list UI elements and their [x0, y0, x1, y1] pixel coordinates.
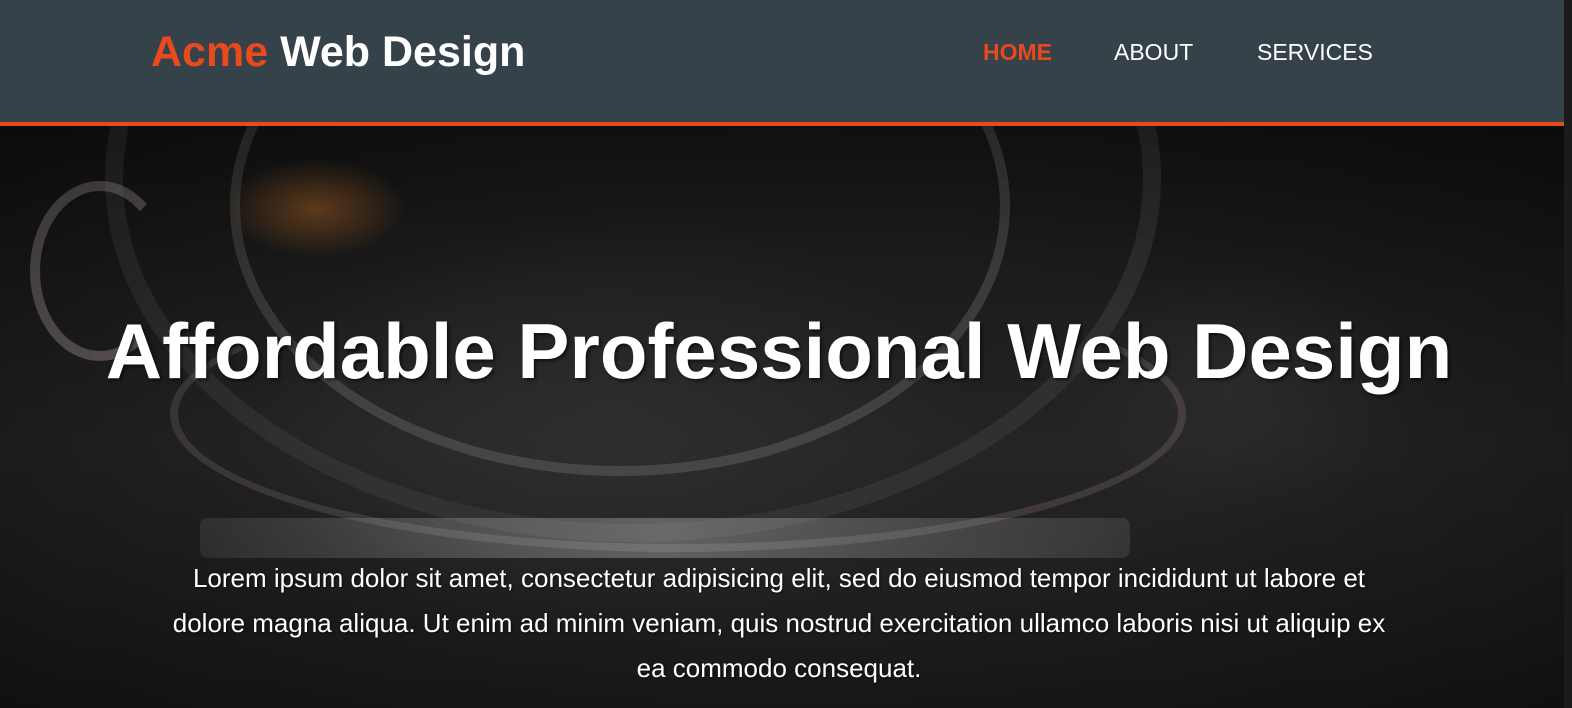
hero-description: Lorem ipsum dolor sit amet, consectetur … [172, 563, 1386, 683]
nav-link-home[interactable]: HOME [983, 37, 1052, 67]
nav-link-services[interactable]: SERVICES [1257, 37, 1373, 67]
nav-link-about[interactable]: ABOUT [1114, 37, 1193, 67]
site-header: Acme Web Design HOME ABOUT SERVICES [0, 0, 1564, 126]
hero-title: Affordable Professional Web Design [105, 307, 1453, 395]
hero-section: Affordable Professional Web Design Lorem… [0, 126, 1564, 708]
main-nav: HOME ABOUT SERVICES [0, 37, 1564, 67]
